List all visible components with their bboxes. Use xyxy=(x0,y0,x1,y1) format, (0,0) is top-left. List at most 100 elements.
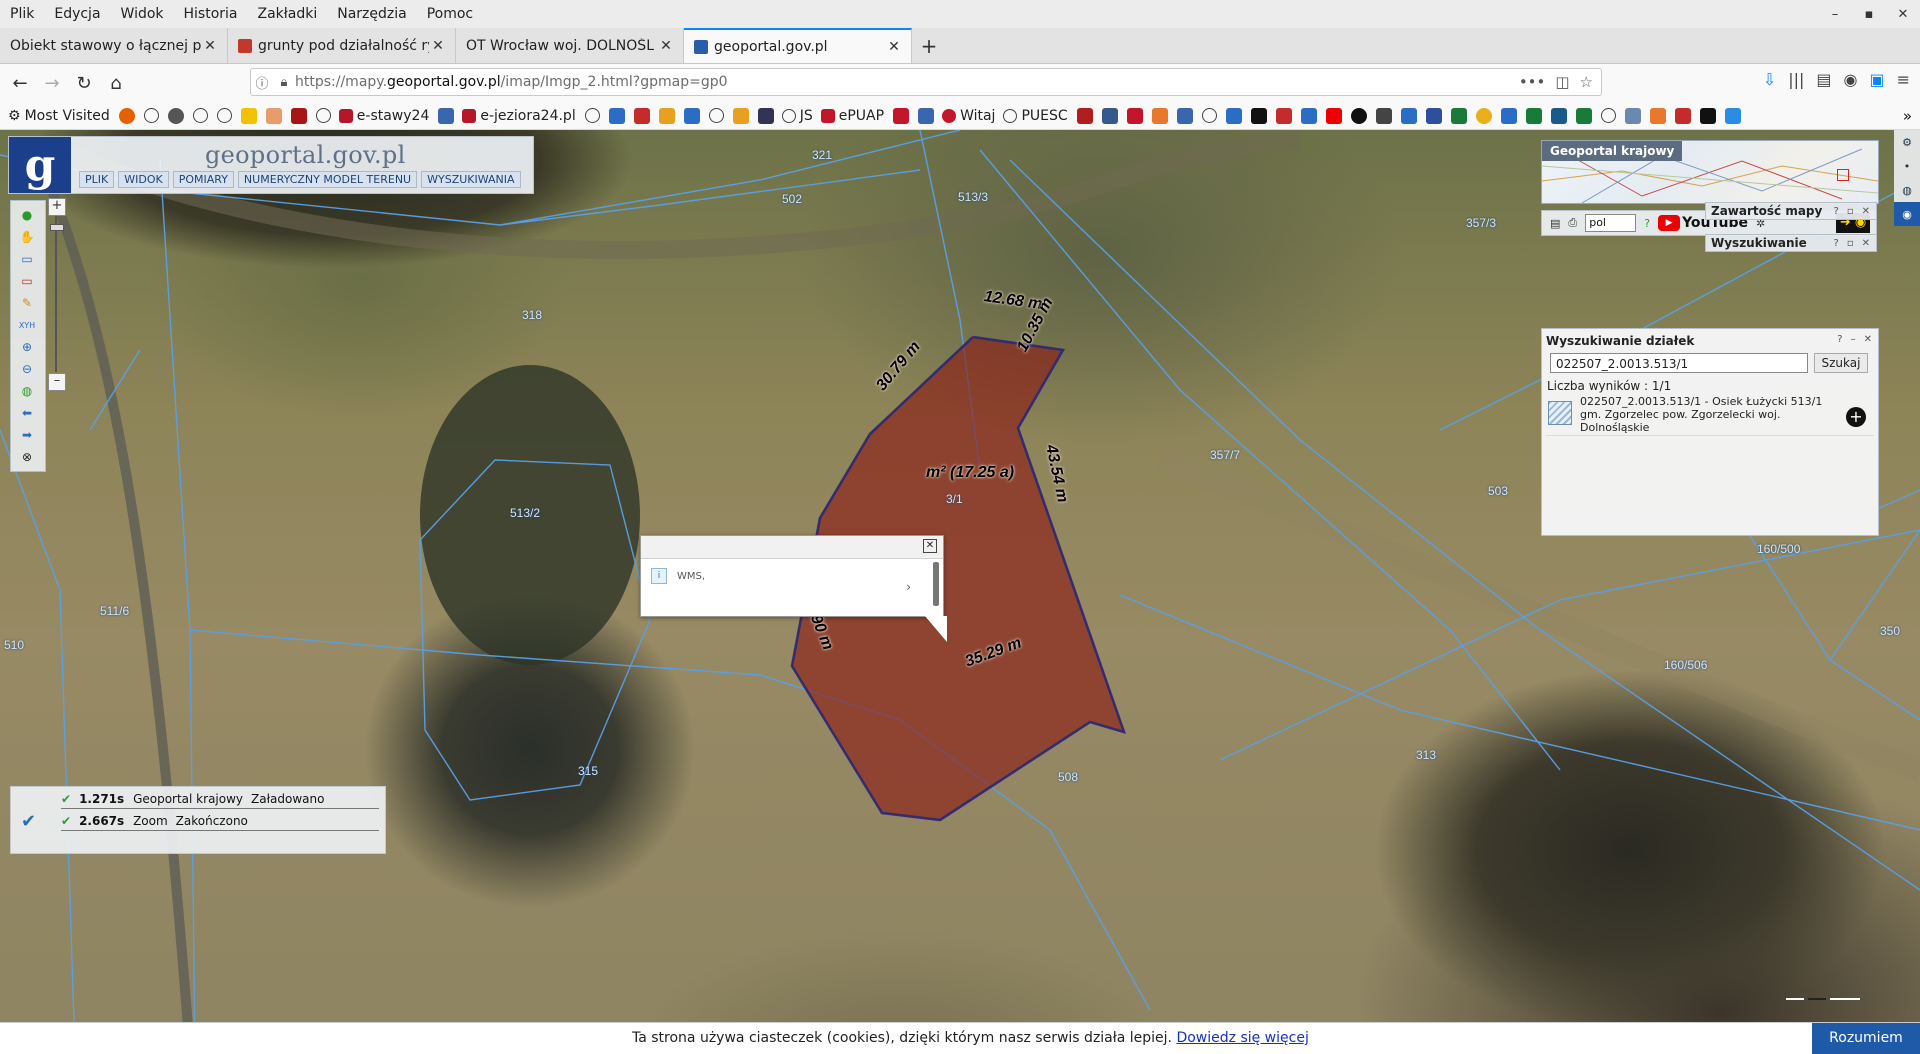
info-icon[interactable]: ⓘ xyxy=(251,73,273,92)
globe-bookmark-icon[interactable] xyxy=(584,108,600,123)
bookmark-icon[interactable] xyxy=(1525,107,1542,124)
emblem-bookmark-icon[interactable] xyxy=(893,107,910,124)
tab-grunty[interactable]: grunty pod działalność ry ✕ xyxy=(228,28,456,63)
menu-narzedzia[interactable]: Narzędzia xyxy=(327,6,416,22)
plane-bookmark-icon[interactable] xyxy=(438,107,455,124)
help-icon[interactable]: ? xyxy=(1834,206,1839,217)
cookie-learn-more-link[interactable]: Dowiedz się więcej xyxy=(1176,1030,1308,1046)
pan-hand-icon[interactable]: ✋ xyxy=(19,229,35,245)
bookmark-e-jeziora24[interactable]: e-jeziora24.pl xyxy=(462,108,576,124)
globe-bookmark-icon[interactable] xyxy=(1600,108,1616,123)
maximize-icon[interactable]: ▫ xyxy=(1847,206,1854,217)
bookmark-icon[interactable] xyxy=(1649,107,1666,124)
full-extent-globe-icon[interactable]: ◍ xyxy=(19,383,35,399)
menu-pomiary-button[interactable]: POMIARY xyxy=(172,171,234,188)
lock-icon[interactable]: 🔒︎ xyxy=(273,75,295,90)
gmail-bookmark-icon[interactable] xyxy=(1126,107,1143,124)
clear-tool-icon[interactable]: ⊗ xyxy=(19,449,35,465)
bookmark-icon[interactable] xyxy=(1151,107,1168,124)
account-icon[interactable]: ◉ xyxy=(1844,70,1858,89)
menu-widok-button[interactable]: WIDOK xyxy=(118,171,169,188)
red-bookmark-icon[interactable] xyxy=(290,107,307,124)
eye-icon[interactable]: ◉ xyxy=(1894,202,1920,226)
bookmark-icon[interactable] xyxy=(1674,107,1691,124)
download-icon[interactable]: ⇩ xyxy=(1763,70,1776,89)
parcel-search-input[interactable]: 022507_2.0013.513/1 xyxy=(1550,353,1808,373)
more-actions-icon[interactable]: ••• xyxy=(1519,73,1546,91)
geoportal-logo[interactable]: g xyxy=(9,137,71,193)
bookmark-icon[interactable] xyxy=(1375,107,1392,124)
reload-icon[interactable]: ↻ xyxy=(68,68,100,98)
bookmark-icon[interactable] xyxy=(1699,107,1716,124)
menu-widok[interactable]: Widok xyxy=(111,6,174,22)
maximize-icon[interactable]: ▫ xyxy=(1847,238,1854,249)
bookmark-star-icon[interactable]: ☆ xyxy=(1580,73,1593,91)
maximize-icon[interactable]: ▪ xyxy=(1852,7,1886,22)
bookmark-icon[interactable] xyxy=(1076,107,1093,124)
forward-icon[interactable]: → xyxy=(36,68,68,98)
blue-bookmark-icon[interactable] xyxy=(683,107,700,124)
tab-geoportal[interactable]: geoportal.gov.pl ✕ xyxy=(684,28,912,63)
close-window-icon[interactable]: ✕ xyxy=(1886,7,1920,22)
bookmark-icon[interactable] xyxy=(757,107,774,124)
zoom-out-button[interactable]: – xyxy=(48,373,66,391)
help-icon[interactable]: ? xyxy=(1834,238,1839,249)
zoom-out-tool-icon[interactable]: ⊖ xyxy=(19,361,35,377)
add-result-icon[interactable]: + xyxy=(1846,407,1866,427)
pma-bookmark-icon[interactable] xyxy=(658,107,675,124)
menu-wyszukiwania-button[interactable]: WYSZUKIWANIA xyxy=(421,171,521,188)
previous-view-arrow-icon[interactable]: ⬅ xyxy=(19,405,35,421)
search-result-item[interactable]: 022507_2.0013.513/1 - Osiek Łużycki 513/… xyxy=(1546,395,1874,436)
bookmark-icon[interactable] xyxy=(1450,107,1467,124)
orange-bookmark-icon[interactable] xyxy=(265,107,282,124)
firefox-bookmark-icon[interactable] xyxy=(118,107,135,124)
menu-historia[interactable]: Historia xyxy=(174,6,248,22)
small-dot-icon[interactable]: • xyxy=(1894,154,1920,178)
bookmark-icon[interactable] xyxy=(1400,107,1417,124)
more-bookmarks-icon[interactable]: » xyxy=(1903,107,1912,125)
bookmark-icon[interactable] xyxy=(1176,107,1193,124)
close-tab-icon[interactable]: ✕ xyxy=(885,39,903,55)
search-result-text[interactable]: 022507_2.0013.513/1 - Osiek Łużycki 513/… xyxy=(1580,395,1838,434)
youtube-bookmark-icon[interactable] xyxy=(1325,107,1342,124)
pma-bookmark-icon[interactable] xyxy=(732,107,749,124)
bookmark-icon[interactable] xyxy=(167,107,184,124)
chevron-right-icon[interactable]: › xyxy=(906,580,911,594)
menu-plik[interactable]: Plik xyxy=(0,6,44,22)
globe-bookmark-icon[interactable] xyxy=(192,108,208,123)
hamburger-menu-icon[interactable]: ≡ xyxy=(1897,70,1910,89)
popup-scrollbar[interactable] xyxy=(933,562,939,606)
cookie-accept-button[interactable]: Rozumiem xyxy=(1812,1023,1920,1054)
bookmark-icon[interactable] xyxy=(918,107,935,124)
legend-icon[interactable]: ▤ xyxy=(1550,217,1560,230)
bookmark-icon[interactable] xyxy=(1624,107,1641,124)
select-parcel-icon[interactable]: ▭ xyxy=(19,273,35,289)
next-view-arrow-icon[interactable]: ➡ xyxy=(19,427,35,443)
close-tab-icon[interactable]: ✕ xyxy=(657,38,675,54)
info-tool-icon[interactable]: ● xyxy=(19,207,35,223)
help-icon[interactable]: ? xyxy=(1644,217,1650,230)
bookmark-icon[interactable] xyxy=(1500,107,1517,124)
print-icon[interactable]: ⎙ xyxy=(1568,216,1577,230)
bookmark-puesc[interactable]: PUESC xyxy=(1003,108,1068,124)
menu-pomoc[interactable]: Pomoc xyxy=(417,6,483,22)
search-panel-collapsed[interactable]: Wyszukiwanie ? ▫ ✕ xyxy=(1705,234,1877,252)
globe-bookmark-icon[interactable] xyxy=(708,108,724,123)
globe-bookmark-icon[interactable] xyxy=(315,108,331,123)
bookmark-icon[interactable] xyxy=(1275,107,1292,124)
map-content-panel[interactable]: Zawartość mapy ? ▫ ✕ xyxy=(1705,202,1877,220)
github-bookmark-icon[interactable] xyxy=(1350,107,1367,124)
bookmark-icon[interactable] xyxy=(1300,107,1317,124)
home-icon[interactable]: ⌂ xyxy=(100,68,132,98)
settings-icon[interactable]: ⚙ xyxy=(1894,130,1920,154)
bookmark-icon[interactable] xyxy=(1101,107,1118,124)
menu-zakladki[interactable]: Zakładki xyxy=(248,6,328,22)
bookmark-most-visited[interactable]: ⚙ Most Visited xyxy=(8,108,110,124)
blue-bookmark-icon[interactable] xyxy=(608,107,625,124)
library-icon[interactable]: ||| xyxy=(1788,70,1804,89)
bookmark-js[interactable]: JS xyxy=(781,108,813,124)
bookmark-witaj[interactable]: Witaj xyxy=(942,108,995,124)
help-icon[interactable]: ? xyxy=(1837,334,1842,345)
menu-plik-button[interactable]: PLIK xyxy=(79,171,115,188)
extension-icon[interactable]: ▣ xyxy=(1869,70,1884,89)
